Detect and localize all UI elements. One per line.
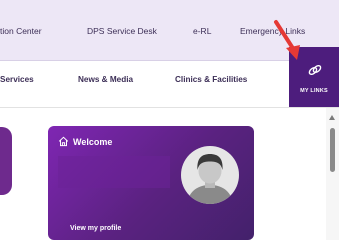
- welcome-card: Welcome View my profile: [48, 126, 254, 240]
- annotation-arrow-icon: [274, 20, 300, 60]
- scrollbar-thumb[interactable]: [330, 128, 335, 172]
- avatar[interactable]: [181, 146, 239, 204]
- top-link-erl[interactable]: e-RL: [193, 26, 211, 36]
- link-icon: [308, 64, 322, 76]
- nav-link-news-media[interactable]: News & Media: [78, 75, 133, 84]
- user-avatar-icon: [187, 154, 233, 204]
- my-links-label: MY LINKS: [300, 88, 328, 94]
- scrollbar[interactable]: [326, 108, 339, 240]
- home-icon: [58, 136, 69, 147]
- welcome-strip: [58, 156, 170, 188]
- view-profile-link[interactable]: View my profile: [70, 225, 121, 232]
- top-link-action-center[interactable]: tion Center: [0, 26, 42, 36]
- nav-link-clinics-facilities[interactable]: Clinics & Facilities: [175, 75, 247, 84]
- nav-link-services[interactable]: Services: [0, 75, 34, 84]
- top-link-dps-service-desk[interactable]: DPS Service Desk: [87, 26, 157, 36]
- side-card[interactable]: [0, 127, 12, 195]
- scroll-up-icon[interactable]: [329, 115, 335, 120]
- main-content: Welcome View my profile: [0, 108, 339, 240]
- welcome-title: Welcome: [73, 137, 113, 147]
